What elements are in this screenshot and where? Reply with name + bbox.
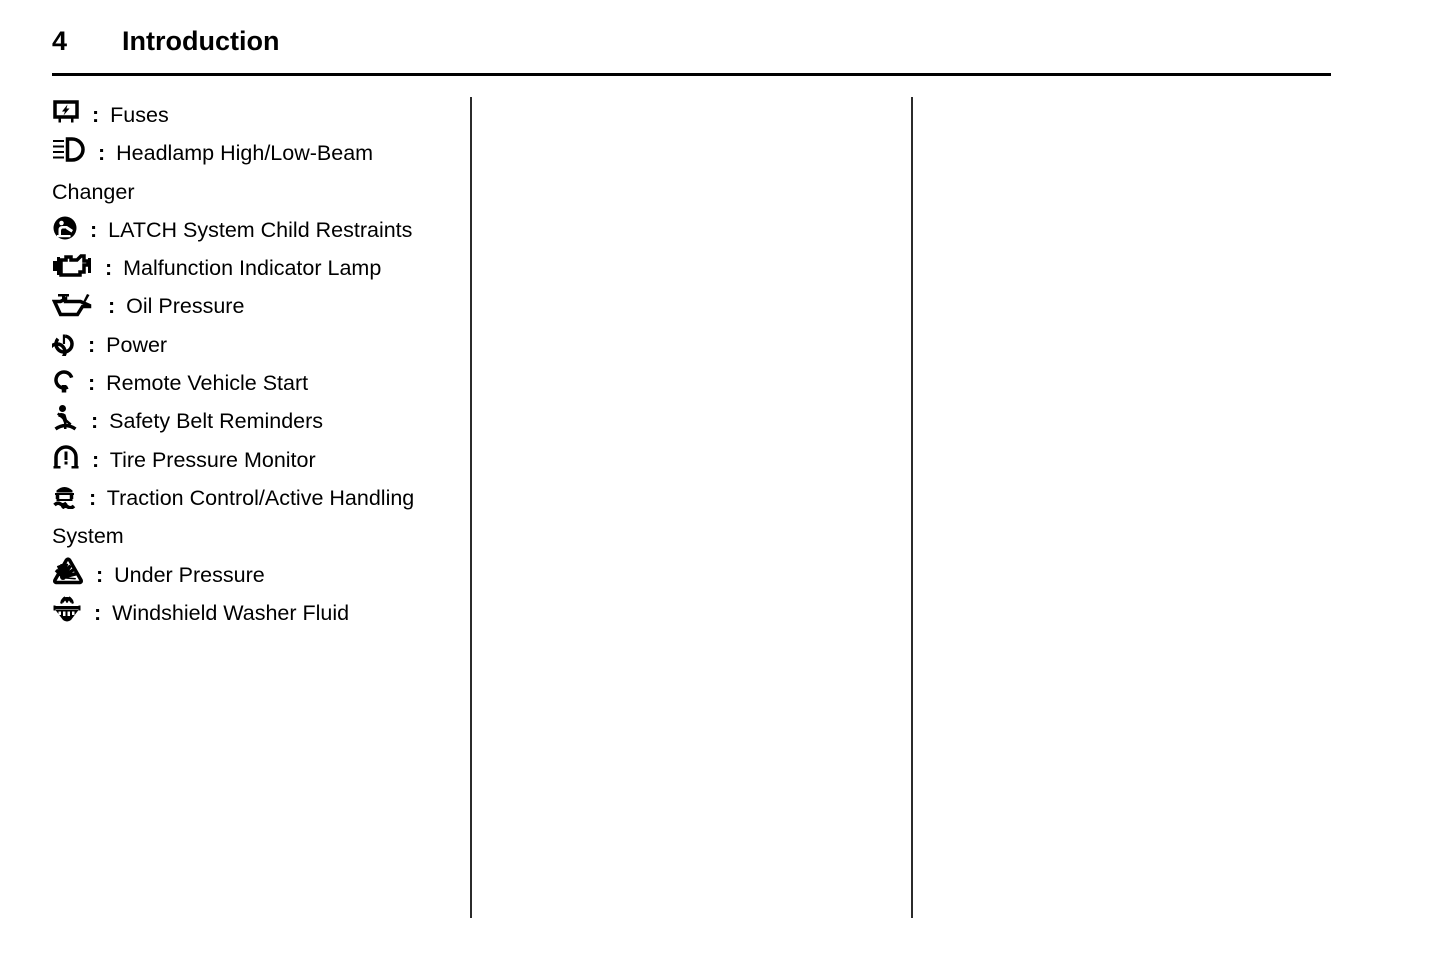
symbol-label: Traction Control/Active Handling System — [52, 485, 415, 549]
symbol-separator: : — [107, 294, 116, 319]
symbol-separator: : — [91, 447, 100, 472]
list-item: : LATCH System Child Restraints — [52, 211, 456, 249]
list-item: : Traction Control/Active Handling Syste… — [52, 479, 456, 556]
symbol-separator: : — [97, 141, 106, 166]
headlamp-beam-icon — [52, 136, 86, 164]
latch-child-seat-icon — [52, 215, 78, 241]
engine-icon — [52, 253, 93, 279]
symbol-label: Malfunction Indicator Lamp — [123, 256, 382, 281]
page-header: 4 Introduction — [52, 24, 1331, 72]
symbol-label: Oil Pressure — [126, 294, 245, 319]
tire-pressure-icon — [52, 444, 80, 471]
list-item: : Fuses — [52, 96, 456, 134]
page-number: 4 — [52, 26, 68, 56]
oil-can-icon — [52, 293, 96, 317]
header-divider-rule — [52, 73, 1331, 76]
symbol-separator: : — [87, 371, 96, 396]
column-divider-1 — [470, 97, 472, 918]
column-divider-2 — [911, 97, 913, 918]
list-item: : Headlamp High/Low-Beam Changer — [52, 134, 456, 211]
fuse-icon — [52, 100, 80, 126]
symbol-label: LATCH System Child Restraints — [108, 217, 413, 242]
list-item: : Tire Pressure Monitor — [52, 441, 456, 479]
symbol-legend-list: : Fuses : Headlamp High/Low-Beam Changer — [52, 96, 456, 632]
symbol-label: Under Pressure — [114, 562, 265, 587]
page-title: Introduction — [122, 26, 280, 56]
symbol-label: Remote Vehicle Start — [106, 371, 309, 396]
list-item: : Remote Vehicle Start — [52, 364, 456, 402]
list-item: : Malfunction Indicator Lamp — [52, 249, 456, 287]
symbol-separator: : — [89, 217, 98, 242]
symbol-label: Power — [106, 332, 168, 357]
symbol-separator: : — [87, 332, 96, 357]
symbol-separator: : — [93, 600, 102, 625]
list-item: : Power — [52, 326, 456, 364]
symbol-separator: : — [91, 103, 100, 127]
traction-control-icon — [52, 483, 77, 509]
symbol-label: Fuses — [110, 103, 169, 127]
symbol-separator: : — [88, 485, 97, 510]
symbol-label: Tire Pressure Monitor — [109, 447, 316, 472]
list-item: : Oil Pressure — [52, 287, 456, 325]
power-icon — [52, 332, 76, 356]
list-item: : Under Pressure — [52, 556, 456, 594]
symbol-separator: : — [90, 409, 99, 434]
symbol-separator: : — [95, 562, 104, 587]
windshield-washer-icon — [52, 596, 82, 624]
list-item: : Safety Belt Reminders — [52, 402, 456, 440]
symbol-label: Safety Belt Reminders — [109, 409, 324, 434]
safety-belt-icon — [52, 404, 79, 432]
list-item: : Windshield Washer Fluid — [52, 594, 456, 632]
under-pressure-icon — [52, 557, 84, 586]
symbol-separator: : — [104, 256, 113, 281]
remote-start-icon — [52, 368, 76, 394]
symbol-label: Windshield Washer Fluid — [112, 600, 350, 625]
